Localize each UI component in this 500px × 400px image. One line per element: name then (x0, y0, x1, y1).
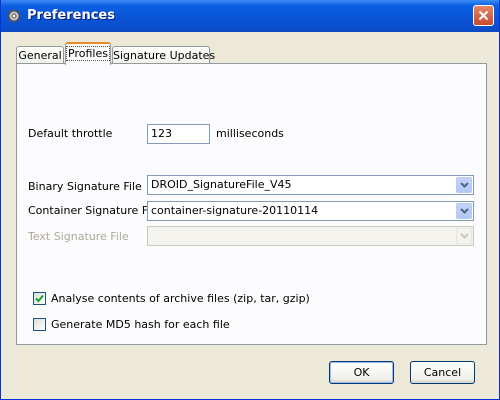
binary-signature-select[interactable]: DROID_SignatureFile_V45 (147, 175, 474, 195)
dialog-body: General Profiles Signature Updates Defau… (4, 32, 496, 396)
throttle-label: Default throttle (28, 127, 113, 140)
container-signature-value: container-signature-20110114 (151, 204, 319, 217)
throttle-unit: milliseconds (216, 127, 284, 140)
preferences-dialog: Preferences General Profiles Signature U… (0, 0, 500, 400)
analyse-archives-option[interactable]: Analyse contents of archive files (zip, … (33, 290, 310, 306)
chevron-down-icon (456, 228, 472, 244)
window-title: Preferences (27, 8, 115, 23)
generate-md5-checkbox[interactable] (33, 317, 46, 331)
title-bar[interactable]: Preferences (1, 0, 499, 32)
analyse-archives-label: Analyse contents of archive files (zip, … (51, 291, 310, 305)
checkmark-icon (35, 294, 44, 302)
tab-general[interactable]: General (16, 46, 64, 64)
profiles-panel: Default throttle 123 milliseconds Binary… (16, 63, 487, 345)
cancel-button[interactable]: Cancel (410, 361, 475, 384)
generate-md5-label: Generate MD5 hash for each file (51, 317, 230, 331)
chevron-down-icon[interactable] (456, 203, 472, 219)
tab-signature-updates-label: Signature Updates (113, 49, 216, 62)
binary-signature-label: Binary Signature File (28, 180, 142, 193)
tab-signature-updates[interactable]: Signature Updates (112, 46, 215, 64)
text-signature-select (147, 226, 474, 246)
text-signature-label: Text Signature File (28, 230, 129, 243)
close-button[interactable] (473, 5, 494, 26)
generate-md5-option[interactable]: Generate MD5 hash for each file (33, 316, 230, 332)
close-icon (478, 10, 489, 21)
throttle-input[interactable]: 123 (147, 124, 210, 144)
ok-button[interactable]: OK (329, 361, 394, 384)
tab-general-label: General (18, 49, 62, 62)
analyse-archives-checkbox[interactable] (33, 291, 46, 305)
chevron-down-icon[interactable] (456, 177, 472, 193)
container-signature-select[interactable]: container-signature-20110114 (147, 201, 474, 221)
binary-signature-value: DROID_SignatureFile_V45 (151, 178, 292, 191)
tab-profiles-label: Profiles (66, 46, 110, 61)
tab-profiles[interactable]: Profiles (65, 42, 111, 65)
gear-icon (6, 8, 22, 24)
container-signature-label: Container Signature File (28, 204, 161, 217)
